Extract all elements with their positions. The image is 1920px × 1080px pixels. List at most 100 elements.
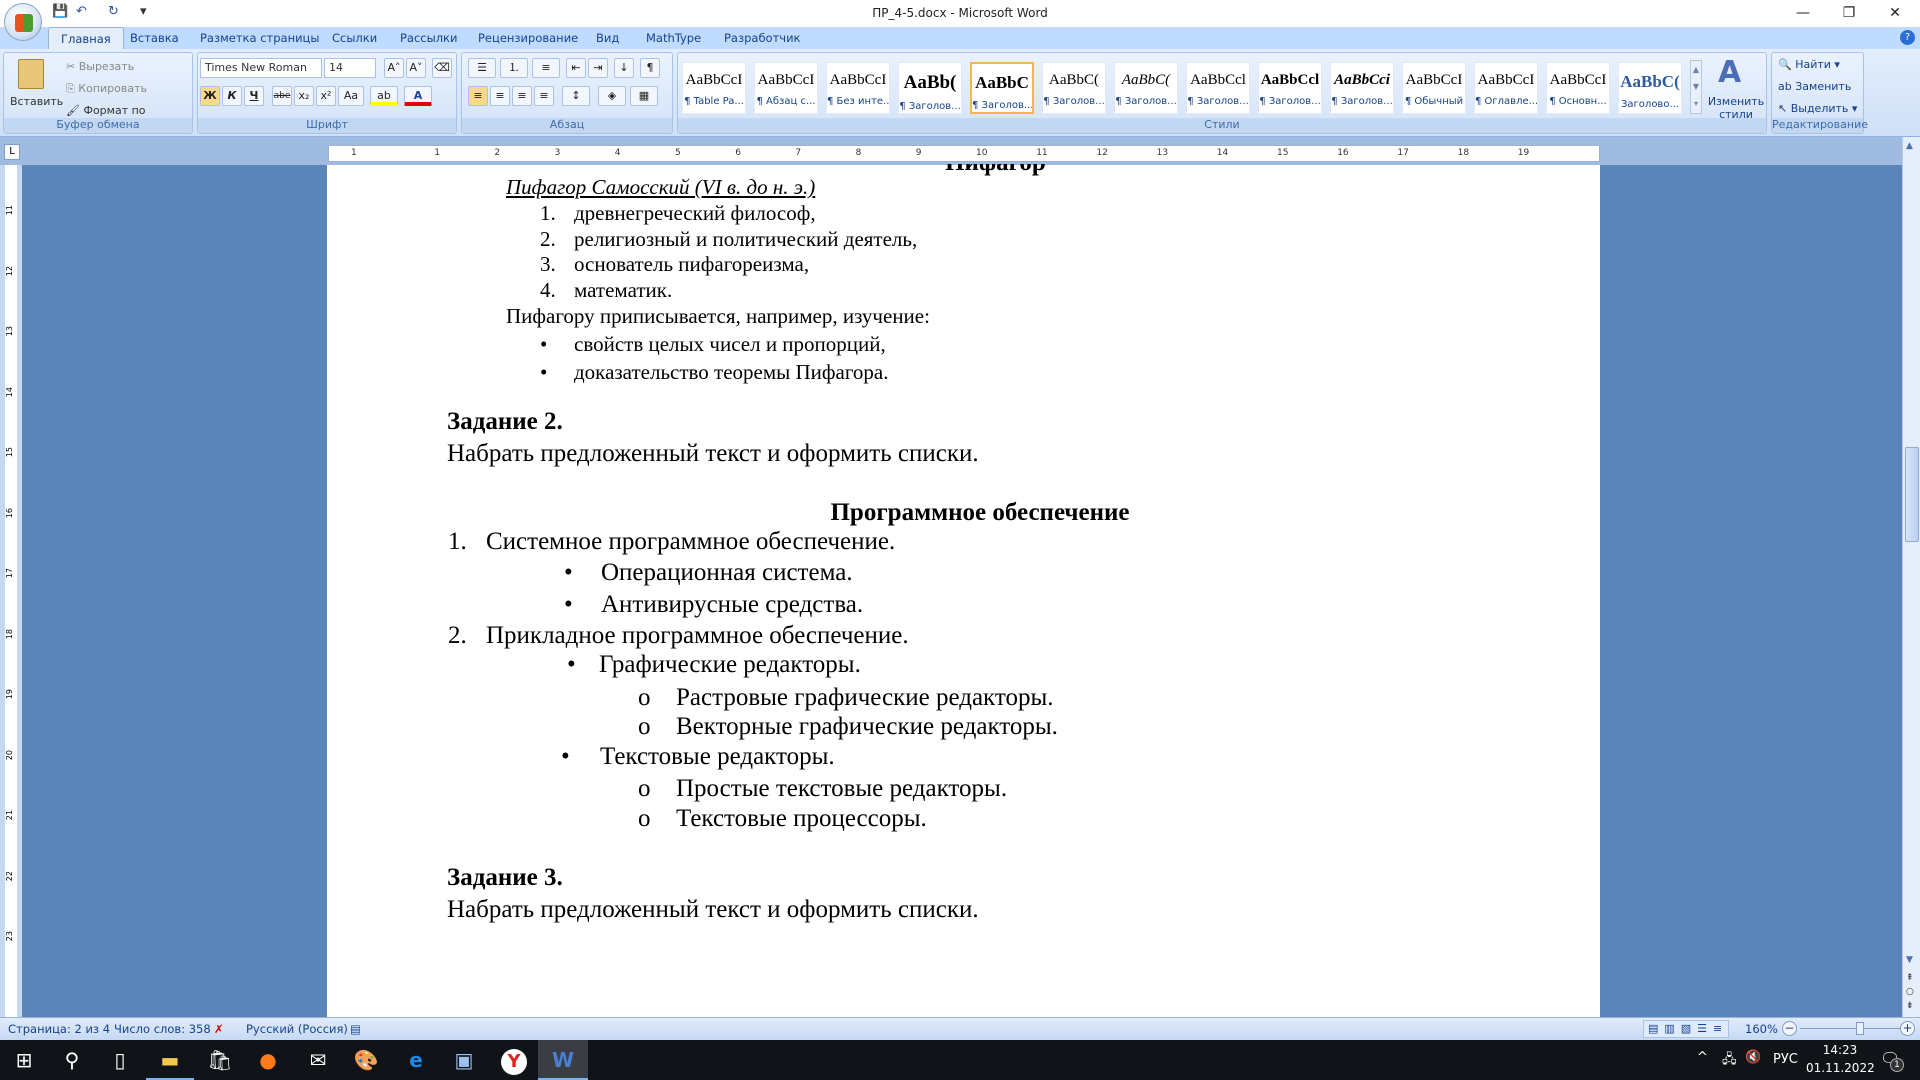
grow-font-button[interactable]: A˄ [384, 58, 404, 78]
tab-review[interactable]: Рецензирование [466, 27, 590, 49]
zoom-level[interactable]: 160% [1745, 1022, 1778, 1036]
word-count[interactable]: Число слов: 358 [114, 1022, 211, 1036]
style-item[interactable]: AaBbCcI ¶ Обычный [1402, 62, 1466, 114]
tab-mathtype[interactable]: MathType [634, 27, 713, 49]
clock-date[interactable]: 01.11.2022 [1806, 1061, 1875, 1075]
style-item[interactable]: AaBbC(¶ Заголов... [1114, 62, 1178, 114]
style-item[interactable]: AaBbC(¶ Заголов... [1042, 62, 1106, 114]
superscript-button[interactable]: x² [316, 86, 336, 106]
tab-page-layout[interactable]: Разметка страницы [188, 27, 331, 49]
vertical-scrollbar[interactable]: ▲ ▼ ⇞ ○ ⇟ [1902, 137, 1920, 1017]
style-item[interactable]: AaBbCcl ¶ Заголов... [1258, 62, 1322, 114]
volume-muted-icon[interactable]: 🔇 [1745, 1050, 1761, 1065]
view-buttons[interactable]: ▤▥▧☰≡ [1643, 1020, 1729, 1038]
save-icon[interactable]: 💾 [52, 4, 68, 19]
macro-icon[interactable]: ▤ [350, 1022, 361, 1036]
proofing-icon[interactable]: ✗ [214, 1022, 224, 1036]
zoom-slider[interactable] [1800, 1028, 1905, 1029]
font-name-select[interactable]: Times New Roman [200, 58, 322, 78]
tab-insert[interactable]: Вставка [118, 27, 191, 49]
find-button[interactable]: 🔍 Найти ▾ [1778, 58, 1840, 71]
style-item[interactable]: AaBbC ¶ Заголов... [970, 62, 1034, 114]
page-count[interactable]: Страница: 2 из 4 [8, 1022, 110, 1036]
mail-icon[interactable]: ✉ [294, 1040, 342, 1080]
zoom-slider-thumb[interactable] [1856, 1022, 1865, 1035]
customize-qat-icon[interactable]: ▾ [140, 4, 147, 19]
style-item[interactable]: AaBbCcI ¶ Без инте... [826, 62, 890, 114]
tab-selector[interactable]: L [4, 144, 20, 160]
styles-scroll[interactable]: ▲ ▼ ▾ [1690, 60, 1702, 114]
yandex-browser-icon[interactable]: Y [490, 1040, 538, 1080]
network-app-icon[interactable]: ▣ [440, 1040, 488, 1080]
style-item[interactable]: AaBbCcI ¶ Оглавле... [1474, 62, 1538, 114]
align-center-icon[interactable]: ≡ [490, 86, 510, 106]
close-button[interactable]: ✕ [1872, 0, 1918, 27]
tab-developer[interactable]: Разработчик [712, 27, 813, 49]
clock-time[interactable]: 14:23 [1810, 1043, 1870, 1057]
undo-icon[interactable]: ↶ [76, 4, 87, 19]
clear-formatting-icon[interactable]: ⌫ [432, 58, 452, 78]
font-size-select[interactable]: 14 [324, 58, 376, 78]
horizontal-ruler[interactable]: 1 1 2 3 4 5 6 7 8 9 10 11 12 13 14 15 16 17 18 19 [328, 145, 1600, 162]
tab-home[interactable]: Главная [48, 27, 124, 49]
scroll-up-icon[interactable]: ▲ [1906, 141, 1913, 151]
office-button[interactable] [4, 3, 42, 41]
copy-button[interactable]: ⎘ Копировать [66, 82, 147, 96]
style-item[interactable]: AaBbCcI ¶ Основн... [1546, 62, 1610, 114]
paint-icon[interactable]: 🎨 [342, 1040, 390, 1080]
tab-view[interactable]: Вид [584, 27, 631, 49]
bold-button[interactable]: Ж [200, 86, 220, 106]
font-color-icon[interactable]: A [404, 86, 432, 106]
word-taskbar-icon[interactable]: W [538, 1040, 588, 1080]
language-indicator[interactable]: РУС [1773, 1052, 1798, 1067]
underline-button[interactable]: Ч [244, 86, 264, 106]
firefox-icon[interactable]: ● [244, 1040, 292, 1080]
zoom-out-button[interactable]: − [1782, 1021, 1797, 1036]
browse-object-icons[interactable]: ⇞ ○ ⇟ [1906, 971, 1914, 1013]
help-icon[interactable]: ? [1900, 30, 1915, 45]
search-icon[interactable]: ⚲ [48, 1040, 96, 1080]
scroll-thumb[interactable] [1905, 447, 1919, 542]
style-item[interactable]: AaBbCcl ¶ Заголов... [1186, 62, 1250, 114]
start-button[interactable]: ⊞ [0, 1040, 48, 1080]
bullets-icon[interactable]: ☰ [468, 58, 496, 78]
cut-button[interactable]: ✂ Вырезать [66, 60, 134, 73]
change-case-button[interactable]: Aa [338, 86, 364, 106]
style-item[interactable]: AaBbCcI ¶ Абзац с... [754, 62, 818, 114]
multilevel-list-icon[interactable]: ≡ [532, 58, 560, 78]
highlight-icon[interactable]: ab [370, 86, 398, 106]
subscript-button[interactable]: x₂ [294, 86, 314, 106]
numbering-icon[interactable]: ⒈ [500, 58, 528, 78]
task-view-icon[interactable]: ▯ [96, 1040, 144, 1080]
show-formatting-button[interactable]: ¶ [640, 58, 660, 78]
replace-button[interactable]: ab Заменить [1778, 80, 1851, 93]
scroll-down-icon[interactable]: ▼ [1906, 955, 1913, 965]
align-right-icon[interactable]: ≡ [512, 86, 532, 106]
notifications-icon[interactable]: 🗨 1 [1880, 1049, 1904, 1072]
tray-overflow-icon[interactable]: ^ [1697, 1050, 1708, 1065]
shrink-font-button[interactable]: A˅ [406, 58, 426, 78]
decrease-indent-icon[interactable]: ⇤ [566, 58, 586, 78]
style-item[interactable]: AaBbCcI ¶ Table Pa... [682, 62, 746, 114]
redo-icon[interactable]: ↻ [108, 4, 119, 19]
justify-icon[interactable]: ≡ [534, 86, 554, 106]
restore-button[interactable]: ❐ [1826, 0, 1872, 27]
store-icon[interactable]: 🛍 [196, 1040, 244, 1080]
zoom-in-button[interactable]: + [1900, 1021, 1915, 1036]
borders-icon[interactable]: ▦ [630, 86, 658, 106]
style-item[interactable]: AaBbCci ¶ Заголов... [1330, 62, 1394, 114]
file-explorer-icon[interactable]: ▬ [146, 1040, 194, 1080]
vertical-ruler[interactable]: 11 12 13 14 15 16 17 18 19 20 21 22 23 [0, 165, 22, 1017]
tab-mailings[interactable]: Рассылки [388, 27, 469, 49]
increase-indent-icon[interactable]: ⇥ [588, 58, 608, 78]
italic-button[interactable]: К [222, 86, 242, 106]
shading-icon[interactable]: ◈ [598, 86, 626, 106]
network-icon[interactable]: 🖧 [1722, 1050, 1737, 1072]
style-item[interactable]: AaBb(¶ Заголов... [898, 62, 962, 114]
sort-icon[interactable]: ↓ [614, 58, 634, 78]
paste-button[interactable]: Вставить [10, 95, 63, 108]
strikethrough-button[interactable]: abe [272, 86, 292, 106]
line-spacing-icon[interactable]: ↕ [562, 86, 590, 106]
style-item[interactable]: AaBbC(Заголово... [1618, 62, 1682, 114]
tab-references[interactable]: Ссылки [320, 27, 389, 49]
